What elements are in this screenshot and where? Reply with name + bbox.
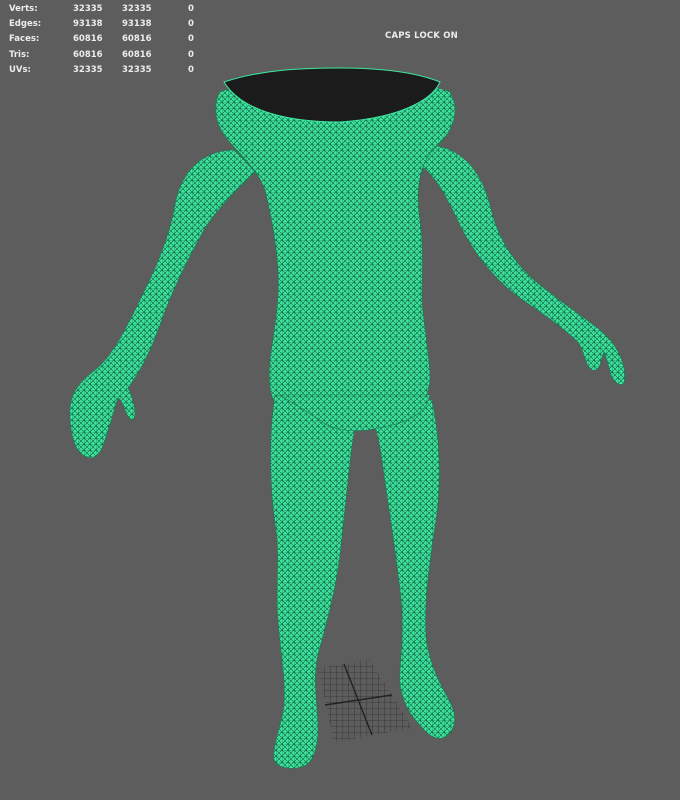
hud-row-edges: Edges: 93138 93138 0	[9, 17, 209, 32]
hud-row-uvs: UVs: 32335 32335 0	[9, 63, 209, 78]
poly-count-hud: Verts: 32335 32335 0 Edges: 93138 93138 …	[9, 2, 209, 78]
hud-value: 60816	[73, 34, 103, 45]
hud-label: UVs:	[9, 64, 31, 75]
hud-row-faces: Faces: 60816 60816 0	[9, 32, 209, 47]
hud-value: 0	[188, 19, 194, 30]
hud-value: 0	[188, 4, 194, 14]
hud-value: 32335	[122, 64, 152, 75]
hud-value: 32335	[73, 64, 103, 75]
hud-value: 32335	[73, 4, 103, 14]
floor-grid	[318, 660, 412, 742]
hud-value: 93138	[122, 19, 152, 30]
hud-value: 0	[188, 64, 194, 75]
hud-value: 93138	[73, 19, 103, 30]
hud-value: 0	[188, 49, 194, 60]
hud-label: Tris:	[9, 49, 30, 60]
torso-mesh[interactable]	[215, 79, 456, 413]
hud-label: Verts:	[9, 4, 38, 14]
3d-viewport[interactable]: Verts: 32335 32335 0 Edges: 93138 93138 …	[0, 0, 680, 800]
caps-lock-indicator: CAPS LOCK ON	[385, 31, 458, 41]
hud-row-tris: Tris: 60816 60816 0	[9, 48, 209, 63]
viewport-scene[interactable]	[0, 0, 680, 800]
hud-value: 60816	[122, 49, 152, 60]
body-mesh[interactable]	[69, 67, 626, 769]
floor-grid-plane	[318, 660, 412, 742]
left-arm-mesh[interactable]	[69, 149, 256, 459]
hud-label: Faces:	[9, 34, 40, 45]
hud-value: 60816	[122, 34, 152, 45]
right-arm-mesh[interactable]	[419, 144, 626, 386]
hud-row-verts: Verts: 32335 32335 0	[9, 2, 209, 17]
hud-value: 32335	[122, 4, 152, 14]
hud-label: Edges:	[9, 19, 42, 30]
hud-value: 60816	[73, 49, 103, 60]
hud-value: 0	[188, 34, 194, 45]
